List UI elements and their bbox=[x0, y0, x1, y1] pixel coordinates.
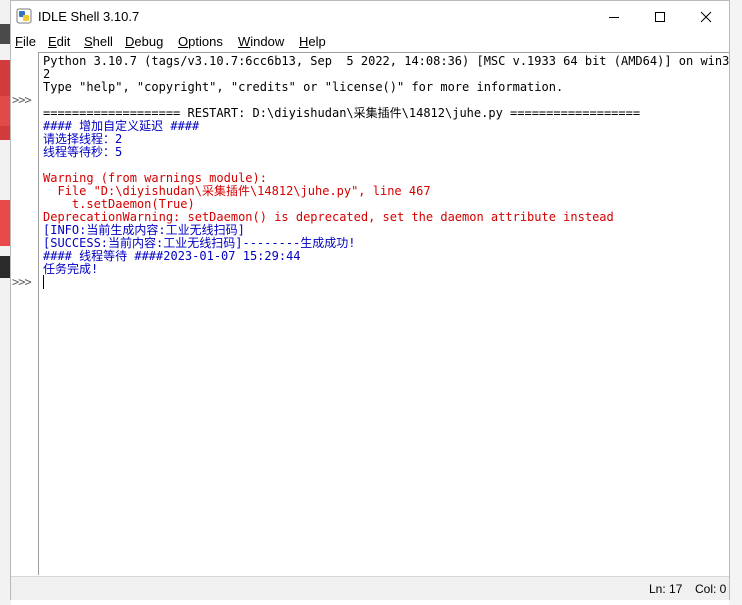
close-button[interactable] bbox=[683, 1, 729, 32]
idle-shell-window: IDLE Shell 3.10.7 File Edit Shell Debug … bbox=[10, 0, 730, 600]
maximize-button[interactable] bbox=[637, 1, 683, 32]
menu-file[interactable]: File bbox=[15, 34, 36, 49]
shell-prompt: >>> bbox=[12, 93, 32, 107]
menu-window[interactable]: Window bbox=[238, 34, 284, 49]
title-bar[interactable]: IDLE Shell 3.10.7 bbox=[11, 1, 729, 32]
menu-debug[interactable]: Debug bbox=[125, 34, 163, 49]
minimize-icon bbox=[609, 16, 619, 18]
menu-shell[interactable]: Shell bbox=[84, 34, 113, 49]
shell-line: 任务完成! bbox=[43, 262, 99, 276]
menu-help[interactable]: Help bbox=[299, 34, 326, 49]
menu-options[interactable]: Options bbox=[178, 34, 223, 49]
status-bar: Ln: 17 Col: 0 bbox=[11, 576, 729, 600]
window-title: IDLE Shell 3.10.7 bbox=[38, 9, 140, 24]
background-desktop-right bbox=[729, 0, 742, 605]
shell-line: Type "help", "copyright", "credits" or "… bbox=[43, 80, 564, 94]
python-idle-icon bbox=[16, 8, 32, 24]
shell-line: Python 3.10.7 (tags/v3.10.7:6cc6b13, Sep… bbox=[43, 54, 730, 68]
text-cursor bbox=[43, 275, 44, 289]
menu-edit[interactable]: Edit bbox=[48, 34, 70, 49]
shell-prompt: >>> bbox=[12, 275, 32, 289]
shell-line: 线程等待秒：5 bbox=[43, 145, 123, 159]
maximize-icon bbox=[655, 11, 665, 22]
shell-text-pane[interactable]: Python 3.10.7 (tags/v3.10.7:6cc6b13, Sep… bbox=[38, 52, 729, 575]
shell-editor-area: >>> >>> Python 3.10.7 (tags/v3.10.7:6cc6… bbox=[11, 52, 729, 575]
prompt-gutter: >>> >>> bbox=[11, 52, 38, 575]
menu-bar: File Edit Shell Debug Options Window Hel… bbox=[11, 32, 729, 52]
status-line-number: Ln: 17 bbox=[649, 582, 683, 596]
minimize-button[interactable] bbox=[591, 1, 637, 32]
status-column-number: Col: 0 bbox=[695, 582, 727, 596]
close-icon bbox=[700, 11, 712, 22]
